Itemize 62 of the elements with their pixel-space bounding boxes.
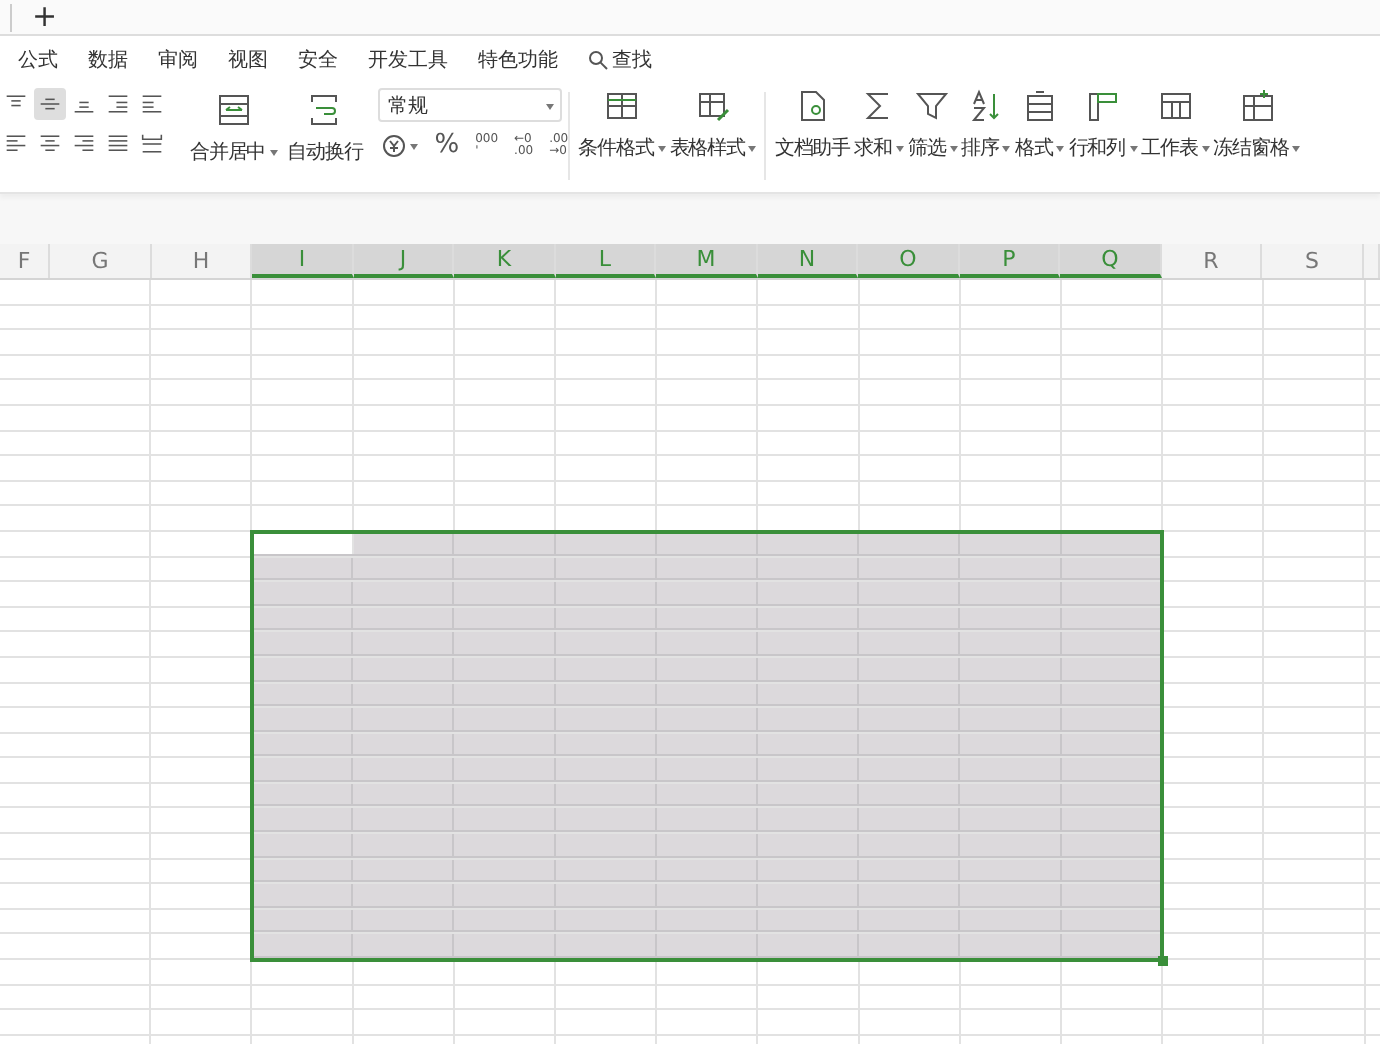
indent-icon bbox=[138, 90, 166, 118]
outdent-icon bbox=[104, 90, 132, 118]
ribbon-button[interactable]: 冻结窗格 bbox=[1213, 88, 1301, 162]
alignment-button[interactable] bbox=[34, 88, 66, 120]
selected-cells[interactable] bbox=[252, 683, 1162, 707]
selected-cells[interactable] bbox=[252, 733, 1162, 757]
menu-tab[interactable]: 安全 bbox=[298, 46, 338, 74]
ribbon-button[interactable]: 条件格式 bbox=[578, 88, 666, 162]
ribbon-button[interactable]: 格式 bbox=[1014, 88, 1065, 162]
sort-icon bbox=[968, 88, 1005, 124]
filter-icon bbox=[914, 88, 951, 124]
currency-button[interactable] bbox=[382, 133, 419, 157]
selected-cells[interactable] bbox=[252, 934, 1162, 959]
coin-icon bbox=[382, 133, 407, 157]
menu-tab[interactable]: 审阅 bbox=[158, 46, 198, 74]
table-grid-icon bbox=[604, 88, 641, 124]
search-button[interactable]: 查找 bbox=[588, 46, 652, 74]
fill-handle[interactable] bbox=[1158, 956, 1168, 967]
number-format-dropdown[interactable]: 常规 bbox=[378, 88, 563, 122]
ribbon-button[interactable]: 工作表 bbox=[1141, 88, 1210, 162]
percent-button[interactable]: % bbox=[434, 130, 460, 160]
selected-cells[interactable] bbox=[252, 607, 1162, 631]
ribbon-button[interactable]: 筛选 bbox=[907, 88, 958, 162]
column-header[interactable]: S bbox=[1262, 244, 1364, 278]
column-header[interactable]: R bbox=[1162, 244, 1262, 278]
ribbon-button[interactable]: 行和列 bbox=[1068, 88, 1137, 162]
selected-cells[interactable] bbox=[252, 632, 1162, 656]
selected-cells[interactable] bbox=[252, 834, 1162, 858]
selected-cells[interactable] bbox=[252, 657, 1162, 681]
selected-cells[interactable] bbox=[252, 758, 1162, 782]
selected-cells[interactable] bbox=[252, 582, 1162, 606]
format-cells-icon bbox=[1021, 88, 1058, 124]
caret-icon bbox=[546, 103, 555, 109]
table-brush-icon bbox=[695, 88, 732, 124]
menu-tab[interactable]: 特色功能 bbox=[478, 46, 558, 74]
new-tab-button[interactable]: + bbox=[32, 2, 58, 32]
selected-cells[interactable] bbox=[252, 909, 1162, 933]
selected-cells[interactable] bbox=[252, 557, 1162, 581]
ribbon-button[interactable]: 表格样式 bbox=[669, 88, 757, 162]
menu-tab[interactable]: 视图 bbox=[228, 46, 268, 74]
column-header[interactable]: F bbox=[0, 244, 50, 278]
selected-cells[interactable] bbox=[252, 708, 1162, 732]
distributed-icon bbox=[138, 130, 166, 158]
menu-tab[interactable]: 开发工具 bbox=[368, 46, 448, 74]
selected-cells[interactable] bbox=[252, 808, 1162, 833]
menu-tab[interactable]: 数据 bbox=[88, 46, 128, 74]
ribbon-button[interactable]: 求和 bbox=[854, 88, 904, 162]
wrap-text-icon bbox=[306, 92, 343, 128]
worksheet-icon bbox=[1157, 88, 1194, 124]
search-icon bbox=[588, 50, 608, 70]
ribbon-button[interactable]: 排序 bbox=[961, 88, 1011, 162]
ribbon-button[interactable]: 合并居中 bbox=[190, 92, 278, 166]
ribbon-button[interactable]: 自动换行 bbox=[287, 92, 363, 166]
rows-columns-icon bbox=[1084, 88, 1121, 124]
selected-cells[interactable] bbox=[252, 783, 1162, 807]
freeze-panes-icon bbox=[1239, 88, 1275, 124]
selected-cells[interactable] bbox=[252, 859, 1162, 883]
menu-tab[interactable]: 公式 bbox=[18, 46, 58, 74]
selected-cells[interactable] bbox=[252, 884, 1162, 908]
column-header[interactable]: G bbox=[50, 244, 152, 278]
ribbon-button[interactable]: 文档助手 bbox=[774, 88, 851, 162]
merge-cells-icon bbox=[215, 92, 252, 128]
